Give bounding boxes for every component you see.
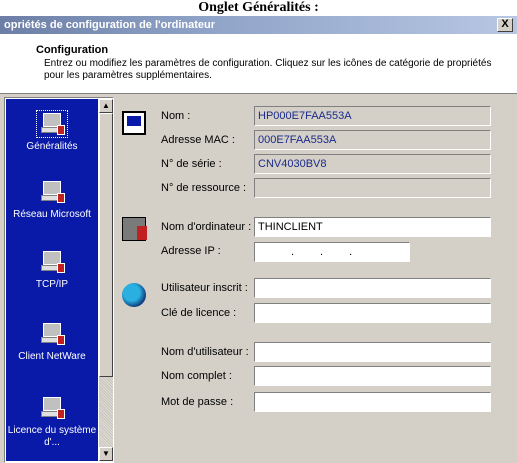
- license-key-field[interactable]: [254, 303, 491, 323]
- license-key-label: Clé de licence :: [161, 307, 237, 319]
- header-description: Entrez ou modifiez les paramètres de con…: [44, 58, 492, 81]
- category-sidebar: Généralités Réseau Microsoft TCP/IP Clie…: [4, 97, 114, 463]
- page-caption: Onglet Généralités :: [198, 0, 319, 15]
- license-computer-icon: [37, 395, 67, 421]
- serial-label: N° de série :: [161, 158, 222, 170]
- ip-label: Adresse IP :: [161, 245, 221, 257]
- sidebar-item-label: Généralités: [26, 141, 78, 152]
- monitor-icon: [122, 111, 146, 135]
- sidebar-item-label: Client NetWare: [18, 351, 86, 362]
- dialog-header: Configuration Entrez ou modifiez les par…: [0, 34, 517, 94]
- scroll-thumb[interactable]: [99, 113, 113, 377]
- resource-label: N° de ressource :: [161, 182, 247, 194]
- scroll-up-button[interactable]: ▲: [99, 99, 113, 113]
- serial-field: CNV4030BV8: [254, 154, 491, 174]
- general-settings-panel: Nom : HP000E7FAA553A Adresse MAC : 000E7…: [120, 97, 513, 463]
- tcpip-computer-icon: [37, 249, 67, 275]
- close-button[interactable]: X: [497, 18, 513, 32]
- mac-label: Adresse MAC :: [161, 134, 235, 146]
- netware-client-icon: [37, 321, 67, 347]
- registered-user-label: Utilisateur inscrit :: [161, 282, 248, 294]
- sidebar-item-licence-systeme[interactable]: Licence du système d'...: [6, 395, 98, 449]
- resource-field: [254, 178, 491, 198]
- sidebar-item-label: Réseau Microsoft: [13, 209, 91, 220]
- fullname-label: Nom complet :: [161, 370, 232, 382]
- registered-user-field[interactable]: [254, 278, 491, 298]
- sidebar-item-generalites[interactable]: Généralités: [6, 110, 98, 153]
- category-list: Généralités Réseau Microsoft TCP/IP Clie…: [6, 99, 98, 461]
- sidebar-scrollbar[interactable]: ▲ ▼: [99, 99, 113, 461]
- header-title: Configuration: [36, 44, 109, 56]
- computer-name-label: Nom d'ordinateur :: [161, 221, 252, 233]
- password-label: Mot de passe :: [161, 396, 234, 408]
- sidebar-item-label: TCP/IP: [35, 279, 69, 290]
- network-computer-icon: [37, 179, 67, 205]
- computer-name-field[interactable]: THINCLIENT: [254, 217, 491, 237]
- scroll-down-button[interactable]: ▼: [99, 447, 113, 461]
- sidebar-item-label: Licence du système d'...: [7, 425, 97, 448]
- title-bar: opriétés de configuration de l'ordinateu…: [0, 16, 517, 34]
- fullname-field[interactable]: [254, 366, 491, 386]
- password-field[interactable]: [254, 392, 491, 412]
- nom-label: Nom :: [161, 110, 191, 122]
- sidebar-item-reseau-microsoft[interactable]: Réseau Microsoft: [6, 179, 98, 221]
- ip-address-field[interactable]: ...: [254, 242, 410, 262]
- properties-dialog: opriétés de configuration de l'ordinateu…: [0, 16, 517, 463]
- computer-settings-icon: [36, 110, 68, 138]
- mac-field: 000E7FAA553A: [254, 130, 491, 150]
- nom-field: HP000E7FAA553A: [254, 106, 491, 126]
- window-title: opriétés de configuration de l'ordinateu…: [4, 19, 216, 31]
- sidebar-item-client-netware[interactable]: Client NetWare: [6, 321, 98, 363]
- sidebar-item-tcpip[interactable]: TCP/IP: [6, 249, 98, 291]
- network-computers-icon: [122, 217, 147, 241]
- user-globe-icon: [122, 283, 146, 307]
- username-label: Nom d'utilisateur :: [161, 346, 249, 358]
- username-field[interactable]: [254, 342, 491, 362]
